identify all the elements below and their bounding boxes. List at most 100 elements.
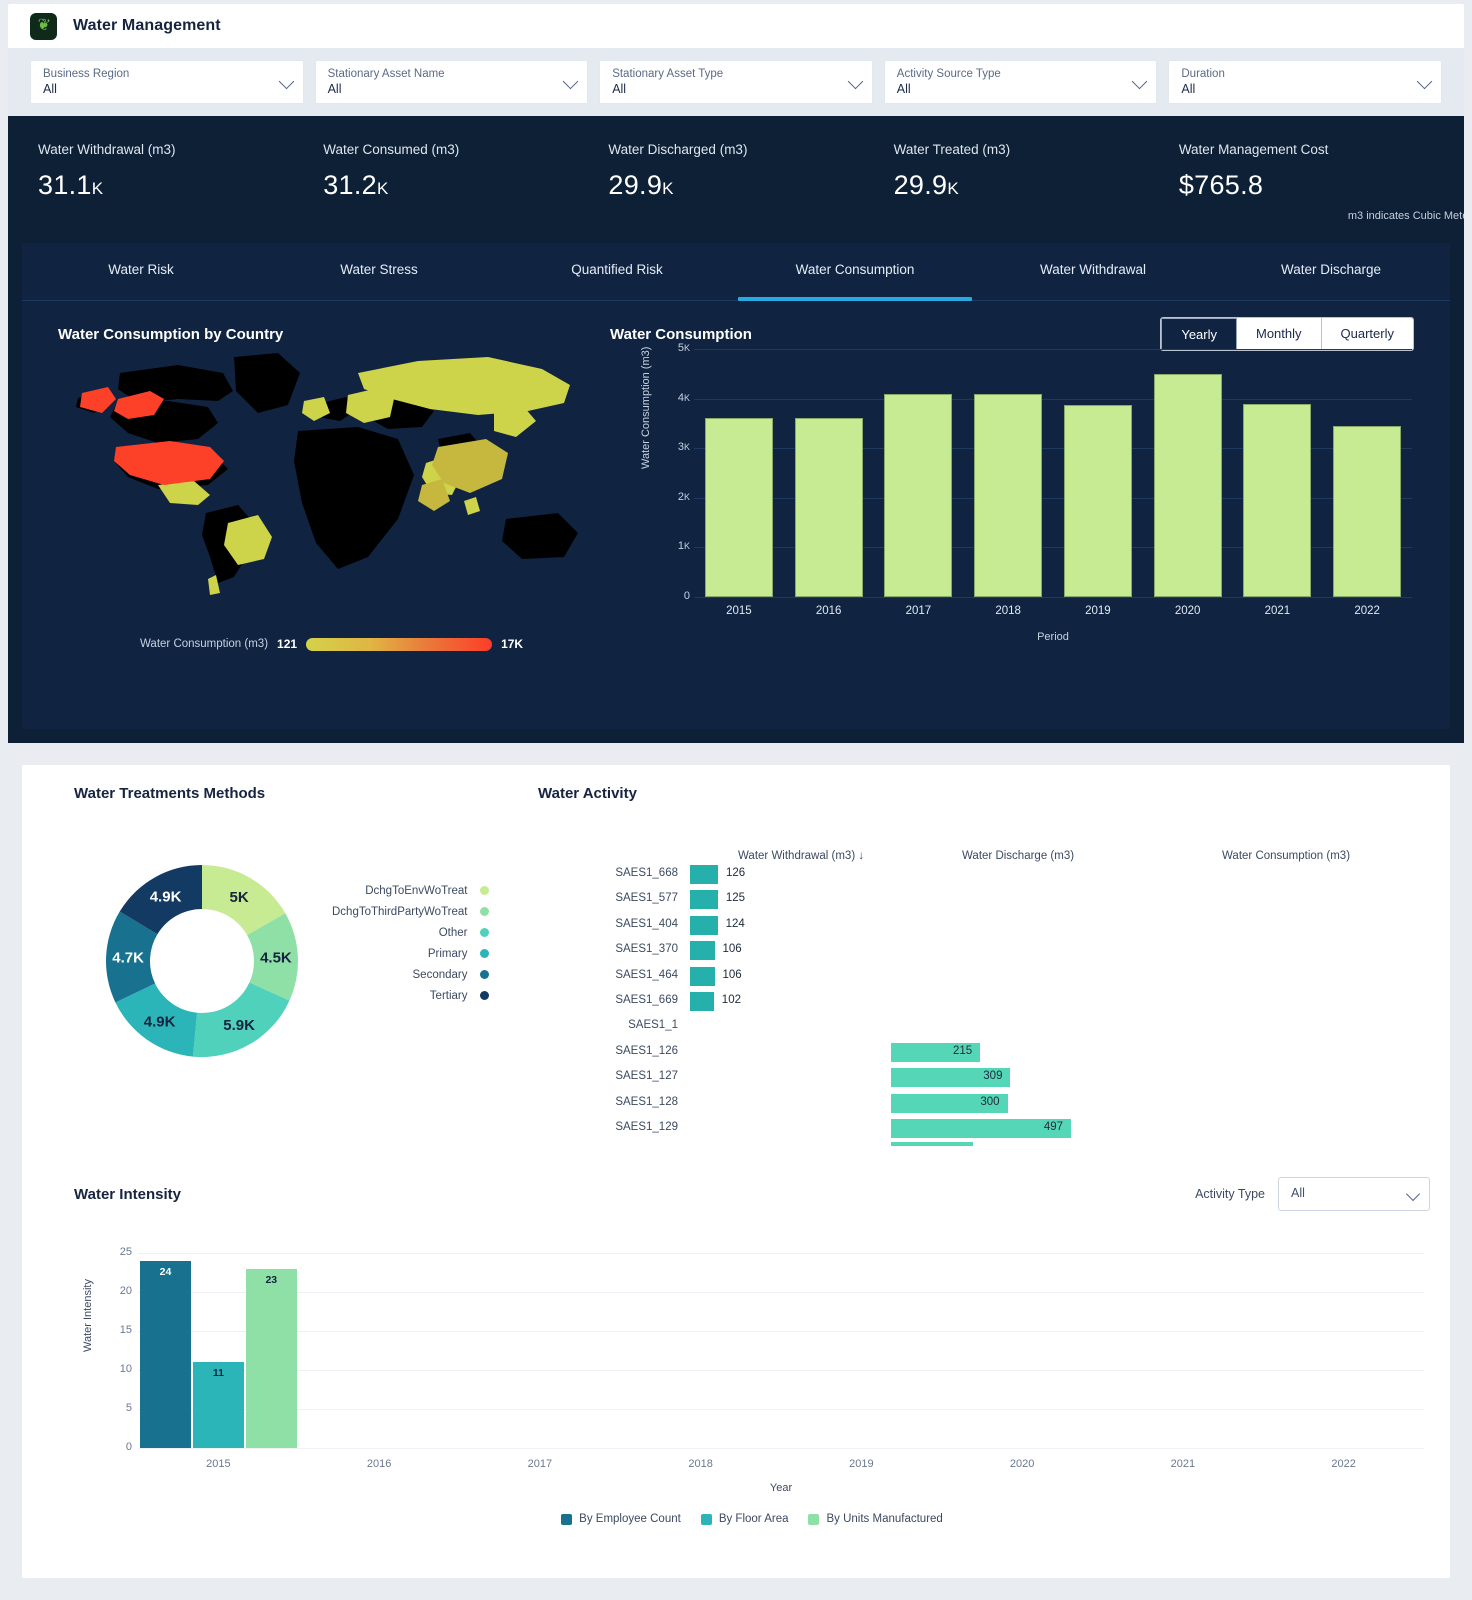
legend-swatch (479, 907, 489, 916)
legend-swatch (808, 1513, 820, 1525)
bar-column[interactable] (1143, 349, 1233, 597)
discharge-bar-partial[interactable] (891, 1142, 973, 1149)
filter-value: All (896, 82, 911, 96)
tab-quantified-risk[interactable]: Quantified Risk (498, 243, 736, 300)
y-tick: 0 (683, 590, 690, 602)
activity-title: Water Activity (538, 785, 637, 802)
filter-stationary-asset-name[interactable]: Stationary Asset Name All (314, 60, 589, 104)
filter-duration[interactable]: Duration All (1168, 60, 1442, 104)
legend-item[interactable]: Tertiary (332, 985, 489, 1006)
bar-group (1263, 1253, 1424, 1448)
bar-column[interactable] (1322, 349, 1412, 597)
intensity-y-axis-title: Water Intensity (82, 1279, 94, 1352)
legend-item[interactable]: Secondary (332, 964, 489, 985)
filter-value: All (612, 82, 627, 96)
x-tick: 2017 (527, 1458, 553, 1470)
legend-item[interactable]: Primary (332, 943, 489, 964)
row-label: SAES1_129 (615, 1120, 678, 1133)
withdrawal-bar[interactable] (690, 991, 714, 1013)
bar-chart-x-ticks: 2015 2016 2017 2018 2019 2020 2021 2022 (694, 605, 1412, 617)
withdrawal-bar[interactable] (690, 890, 718, 912)
donut-slice-label: 4.7K (112, 950, 144, 967)
bar-column[interactable] (694, 349, 784, 597)
legend-swatch (479, 886, 489, 895)
activity-col-withdrawal: Water Withdrawal (m3) ↓ (738, 850, 865, 862)
table-row[interactable]: SAES1_669 102 (538, 990, 1430, 1015)
donut-legend: DchgToEnvWoTreat DchgToThirdPartyWoTreat… (332, 880, 489, 1006)
x-tick: 2021 (1264, 605, 1291, 617)
kpi-label: Water Withdrawal (m3) (38, 142, 176, 157)
legend-swatch (479, 928, 489, 937)
activity-type-select[interactable]: All (1278, 1177, 1430, 1211)
intensity-x-ticks: 2015 2016 2017 2018 2019 2020 2021 2022 (138, 1458, 1424, 1470)
donut-svg[interactable]: DchgToEnvWoTreat5KDchgToThirdPartyWoTrea… (72, 831, 332, 1091)
bar-column[interactable] (1053, 349, 1143, 597)
bar[interactable]: 23 (245, 1268, 297, 1448)
tab-water-withdrawal[interactable]: Water Withdrawal (974, 243, 1212, 300)
filter-value: All (43, 82, 57, 96)
donut-slice-label: 4.5K (260, 950, 292, 967)
table-row[interactable]: SAES1_464 106 (538, 965, 1430, 990)
x-tick: 2022 (1331, 1458, 1356, 1470)
intensity-bars[interactable]: 24 11 23 (138, 1253, 1424, 1448)
kpi-value: 31.2K (323, 170, 389, 200)
legend-swatch (479, 970, 489, 979)
bar-chart-bars[interactable] (694, 349, 1412, 597)
activity-type-value: All (1291, 1186, 1305, 1200)
bar[interactable]: 24 (140, 1260, 191, 1448)
table-row[interactable]: SAES1_404 124 (538, 914, 1430, 939)
discharge-value: 300 (980, 1095, 1000, 1108)
table-row[interactable]: SAES1_127 309 (538, 1066, 1430, 1091)
bar-column[interactable] (1233, 349, 1323, 597)
activity-col-discharge: Water Discharge (m3) (962, 850, 1075, 862)
tab-water-discharge[interactable]: Water Discharge (1212, 243, 1450, 300)
water-intensity-chart: Water Intensity Activity Type All Water … (74, 1177, 1430, 1570)
filter-activity-source-type[interactable]: Activity Source Type All (883, 60, 1158, 104)
withdrawal-bar[interactable] (690, 865, 718, 886)
withdrawal-bar[interactable] (690, 966, 715, 988)
withdrawal-value: 106 (722, 968, 742, 981)
table-row[interactable]: SAES1_370 106 (538, 939, 1430, 964)
withdrawal-bar[interactable] (690, 915, 718, 937)
withdrawal-bar[interactable] (690, 941, 715, 963)
dark-section: Water Risk Water Stress Quantified Risk Wat… (8, 229, 1464, 743)
bar-column[interactable] (874, 349, 964, 597)
x-tick: 2018 (688, 1458, 713, 1470)
table-row[interactable]: SAES1_1 (538, 1015, 1430, 1040)
table-row[interactable]: SAES1_129 497 (538, 1117, 1430, 1142)
legend-item[interactable]: DchgToThirdPartyWoTreat (332, 901, 489, 922)
filter-label: Duration (1181, 68, 1225, 80)
filter-stationary-asset-type[interactable]: Stationary Asset Type All (599, 60, 873, 104)
bar-group (620, 1253, 781, 1448)
tab-bar: Water Risk Water Stress Quantified Risk Wat… (22, 243, 1450, 301)
legend-item[interactable]: DchgToEnvWoTreat (332, 880, 489, 901)
tab-water-risk[interactable]: Water Risk (22, 243, 260, 300)
tab-water-stress[interactable]: Water Stress (260, 243, 498, 300)
legend-item[interactable]: Other (332, 922, 489, 943)
discharge-value: 309 (983, 1070, 1003, 1083)
world-map[interactable]: Water Consumption (m3) 121 17K (58, 343, 598, 651)
bar[interactable]: 11 (192, 1362, 244, 1448)
bar-group (460, 1253, 621, 1448)
bar-group (942, 1253, 1103, 1448)
row-label: SAES1_669 (615, 993, 678, 1006)
legend-item[interactable]: By Units Manufactured (808, 1513, 943, 1525)
world-map-svg (58, 343, 598, 603)
legend-item[interactable]: By Floor Area (700, 1513, 788, 1525)
y-tick: 25 (119, 1246, 132, 1258)
bar-column[interactable] (963, 349, 1053, 597)
withdrawal-value: 102 (721, 993, 741, 1006)
tab-water-consumption[interactable]: Water Consumption (736, 243, 974, 301)
table-row[interactable]: SAES1_668 126 (538, 863, 1430, 888)
table-row[interactable]: SAES1_577 125 (538, 888, 1430, 913)
bar-column[interactable] (784, 349, 874, 597)
table-row[interactable]: SAES1_128 300 (538, 1092, 1430, 1117)
table-row[interactable]: SAES1_126 215 (538, 1041, 1430, 1066)
legend-item[interactable]: By Employee Count (561, 1513, 681, 1525)
row-label: SAES1_577 (615, 892, 678, 905)
legend-label: Other (438, 926, 468, 939)
withdrawal-value: 126 (726, 867, 746, 879)
page-title: Water Management (73, 17, 221, 34)
filter-business-region[interactable]: Business Region All (30, 60, 304, 104)
bar-chart-x-axis-title: Period (1037, 631, 1069, 643)
